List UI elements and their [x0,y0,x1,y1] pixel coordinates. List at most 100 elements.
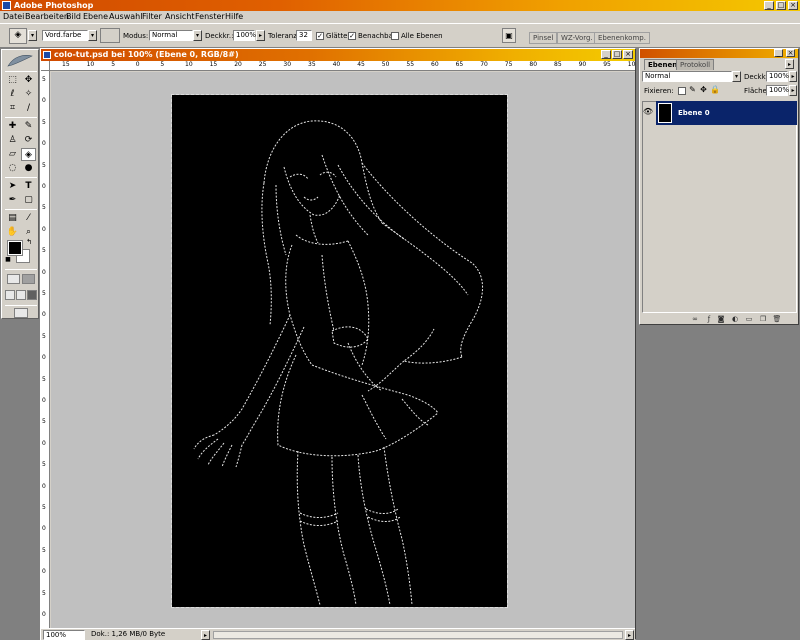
mode-select[interactable]: Normal [149,30,193,41]
shape-tool-icon[interactable]: ▢ [21,194,36,207]
antialias-checkbox[interactable]: ✓ [316,32,324,40]
crop-tool-icon[interactable]: ⌗ [5,102,20,115]
menu-image[interactable]: Bild [66,12,81,22]
fill-source-dropdown[interactable]: ▾ [88,30,97,41]
layer-visibility-eye-icon[interactable]: 👁 [642,105,654,119]
horizontal-ruler[interactable]: 15 10 5 0 5 10 15 20 25 30 35 40 45 50 55 60 65 70 75 80 85 9… [50,61,635,71]
menu-help[interactable]: Hilfe [225,12,243,22]
layer-style-icon[interactable]: ƒ [704,315,714,324]
pattern-swatch[interactable] [100,28,120,43]
screen-mode-full-button[interactable] [27,290,37,300]
jump-to-imageready-button[interactable] [14,308,28,318]
notes-tool-icon[interactable]: ▤ [5,212,20,225]
healing-brush-tool-icon[interactable]: ✚ [5,120,20,133]
h-ruler-tick: 95 [603,61,611,68]
well-tab-brushes[interactable]: Pinsel [529,32,558,44]
minimize-button[interactable]: _ [764,1,774,10]
palette-minimize-button[interactable]: _ [774,49,783,57]
v-ruler-tick: 5 [42,375,46,383]
palette-close-button[interactable]: × [786,49,795,57]
image-canvas[interactable] [171,94,508,608]
document-window: colo-tut.psd bei 100% (Ebene 0, RGB/8#) … [40,48,636,640]
v-ruler-tick: 0 [42,439,46,447]
opacity-input[interactable]: 100% [233,30,256,41]
ruler-origin[interactable] [41,61,50,71]
lock-image-icon[interactable]: ✎ [688,84,697,95]
quick-mask-button[interactable] [22,274,35,284]
menu-select[interactable]: Auswahl [109,12,142,22]
screen-mode-standard-button[interactable] [5,290,15,300]
menu-file[interactable]: Datei [3,12,24,22]
horizontal-scrollbar[interactable] [213,631,623,639]
delete-layer-icon[interactable]: 🗑 [772,315,782,324]
feather-logo-icon[interactable] [6,53,34,69]
opacity-slider-button[interactable]: ▸ [256,30,265,41]
standard-mode-button[interactable] [7,274,20,284]
zoom-field[interactable]: 100% [43,630,85,640]
doc-close-button[interactable]: × [623,50,633,59]
well-tab-layer-comps[interactable]: Ebenenkomp. [594,32,650,44]
new-layer-icon[interactable]: ❐ [758,315,768,324]
layer-opacity-input[interactable]: 100% [766,71,789,82]
vertical-ruler[interactable]: 5 0 5 0 5 0 5 0 5 0 5 0 5 0 5 0 5 0 5 0 5 0 5 0 5 0 [41,71,50,628]
slice-tool-icon[interactable]: ∕ [21,102,36,115]
all-layers-checkbox[interactable] [391,32,399,40]
path-selection-tool-icon[interactable]: ➤ [5,180,20,193]
menu-layer[interactable]: Ebene [83,12,108,22]
pasteboard[interactable] [51,72,635,628]
doc-minimize-button[interactable]: _ [601,50,611,59]
paint-bucket-preset-icon[interactable]: ◈ [9,28,27,44]
layer-mask-icon[interactable]: ◙ [716,315,726,324]
status-menu-button[interactable]: ▸ [201,630,210,640]
type-tool-icon[interactable]: T [21,180,36,193]
fill-source-select[interactable]: Vord.farbe [42,30,88,41]
tool-preset-dropdown[interactable]: ▾ [28,30,37,41]
blur-tool-icon[interactable]: ◌ [5,162,20,175]
screen-mode-menu-button[interactable] [16,290,26,300]
default-colors-icon[interactable]: ■ [4,256,12,264]
contiguous-checkbox[interactable]: ✓ [348,32,356,40]
scroll-right-button[interactable]: ▸ [625,630,634,640]
foreground-color-swatch[interactable] [7,240,23,256]
eyedropper-tool-icon[interactable]: ⁄ [21,212,36,225]
blend-mode-dropdown[interactable]: ▾ [732,71,741,82]
menu-view[interactable]: Ansicht [165,12,195,22]
palette-menu-button[interactable]: ▸ [785,59,794,69]
pen-tool-icon[interactable]: ✒ [5,194,20,207]
paint-bucket-tool-icon[interactable]: ◈ [21,148,36,161]
close-button[interactable]: × [788,1,798,10]
marquee-tool-icon[interactable]: ⬚ [5,74,20,87]
dodge-tool-icon[interactable]: ● [21,162,36,175]
menu-filter[interactable]: Filter [142,12,162,22]
move-tool-icon[interactable]: ✥ [21,74,36,87]
lasso-tool-icon[interactable]: ℓ [5,88,20,101]
swap-colors-icon[interactable]: ↰ [24,238,34,246]
magic-wand-tool-icon[interactable]: ✧ [21,88,36,101]
file-browser-icon[interactable]: ▣ [502,28,516,43]
brush-tool-icon[interactable]: ✎ [21,120,36,133]
clone-stamp-tool-icon[interactable]: ♙ [5,134,20,147]
lock-all-icon[interactable]: 🔒 [710,84,720,95]
eraser-tool-icon[interactable]: ▱ [5,148,20,161]
layer-list[interactable] [642,101,797,313]
layer-row[interactable]: Ebene 0 [656,101,797,125]
new-group-icon[interactable]: ▭ [744,315,754,324]
hand-tool-icon[interactable]: ✋ [5,226,20,239]
fill-slider-button[interactable]: ▸ [789,85,797,96]
maximize-button[interactable]: □ [776,1,786,10]
mode-dropdown[interactable]: ▾ [193,30,202,41]
menu-window[interactable]: Fenster [195,12,225,22]
menu-edit[interactable]: Bearbeiten [25,12,69,22]
well-tab-tool-presets[interactable]: WZ-Vorg. [557,32,597,44]
history-brush-tool-icon[interactable]: ⟳ [21,134,36,147]
tab-history[interactable]: Protokoll [676,59,715,70]
doc-maximize-button[interactable]: □ [612,50,622,59]
lock-position-icon[interactable]: ✥ [699,84,708,95]
fill-input[interactable]: 100% [766,85,789,96]
lock-transparency-icon[interactable] [678,87,686,95]
tolerance-input[interactable]: 32 [296,30,312,41]
link-layers-icon[interactable]: ∞ [690,315,700,324]
layer-opacity-slider-button[interactable]: ▸ [789,71,797,82]
blend-mode-select[interactable]: Normal [642,71,732,82]
adjustment-layer-icon[interactable]: ◐ [730,315,740,324]
